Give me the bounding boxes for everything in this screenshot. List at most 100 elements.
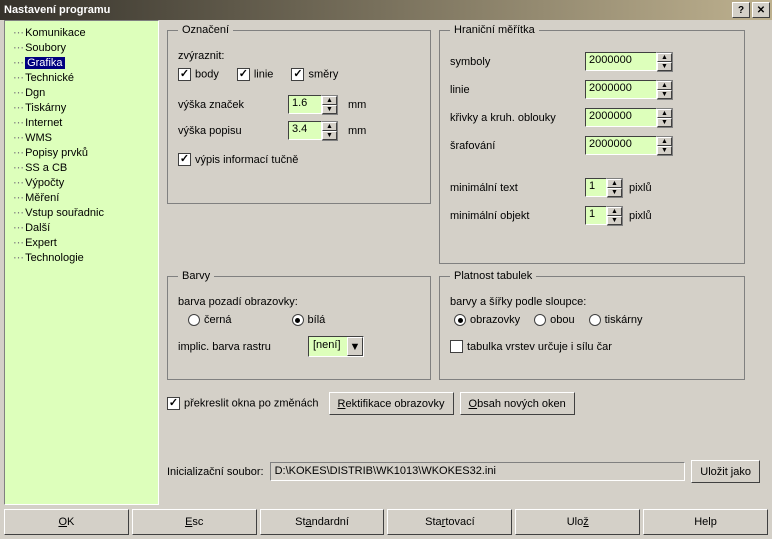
- spin-down-icon[interactable]: ▼: [657, 118, 672, 127]
- spin-down-icon[interactable]: ▼: [322, 131, 337, 140]
- spinner-vyska-znacek[interactable]: 1.6 ▲▼: [288, 95, 338, 115]
- sidebar-item-dalsi[interactable]: Další: [5, 220, 158, 235]
- help-titlebar-button[interactable]: ?: [732, 2, 750, 18]
- sidebar-item-komunikace[interactable]: Komunikace: [5, 25, 158, 40]
- label-symboly: symboly: [450, 56, 585, 68]
- label-smery: směry: [308, 68, 338, 80]
- label-implic-rastr: implic. barva rastru: [178, 341, 308, 353]
- spin-up-icon[interactable]: ▲: [322, 96, 337, 105]
- spinner-symboly[interactable]: 2000000 ▲▼: [585, 52, 673, 72]
- standardni-button[interactable]: Standardní: [260, 509, 385, 535]
- sidebar-item-technicke[interactable]: Technické: [5, 70, 158, 85]
- label-init-soubor: Inicializační soubor:: [167, 466, 264, 478]
- rektifikace-button[interactable]: Rektifikace obrazovky: [329, 392, 454, 415]
- sidebar-item-mereni[interactable]: Měření: [5, 190, 158, 205]
- radio-bila[interactable]: [292, 314, 304, 326]
- spin-down-icon[interactable]: ▼: [607, 188, 622, 197]
- help-button[interactable]: Help: [643, 509, 768, 535]
- input-vyska-popisu[interactable]: 3.4: [288, 121, 322, 140]
- spin-down-icon[interactable]: ▼: [657, 90, 672, 99]
- group-barvy: Barvy barva pozadí obrazovky: černá bílá…: [167, 270, 431, 380]
- window-title: Nastavení programu: [4, 4, 730, 16]
- spinner-srafovani[interactable]: 2000000 ▲▼: [585, 136, 673, 156]
- sidebar-item-wms[interactable]: WMS: [5, 130, 158, 145]
- sidebar-item-popisy[interactable]: Popisy prvků: [5, 145, 158, 160]
- label-meritka-linie: linie: [450, 84, 585, 96]
- label-min-objekt: minimální objekt: [450, 210, 585, 222]
- spin-down-icon[interactable]: ▼: [607, 216, 622, 225]
- label-vyska-znacek: výška značek: [178, 99, 288, 111]
- input-vyska-znacek[interactable]: 1.6: [288, 95, 322, 114]
- radio-cerna[interactable]: [188, 314, 200, 326]
- input-linie[interactable]: 2000000: [585, 80, 657, 99]
- close-button[interactable]: ✕: [752, 2, 770, 18]
- sidebar-item-grafika[interactable]: Grafika: [5, 55, 158, 70]
- spinner-linie[interactable]: 2000000 ▲▼: [585, 80, 673, 100]
- startovaci-button[interactable]: Startovací: [387, 509, 512, 535]
- save-as-button[interactable]: Uložit jako: [691, 460, 760, 483]
- input-min-text[interactable]: 1: [585, 178, 607, 197]
- combo-implic-rastr[interactable]: [není] ▼: [308, 336, 364, 357]
- label-body: body: [195, 68, 219, 80]
- group-meritka: Hraniční měřítka symboly 2000000 ▲▼ lini…: [439, 24, 745, 264]
- radio-tiskarny[interactable]: [589, 314, 601, 326]
- spinner-vyska-popisu[interactable]: 3.4 ▲▼: [288, 121, 338, 141]
- spin-up-icon[interactable]: ▲: [607, 179, 622, 188]
- chk-prekreslit[interactable]: [167, 397, 180, 410]
- spin-up-icon[interactable]: ▲: [322, 122, 337, 131]
- input-krivky[interactable]: 2000000: [585, 108, 657, 127]
- radio-obou[interactable]: [534, 314, 546, 326]
- label-podle-sloupce: barvy a šířky podle sloupce:: [450, 296, 586, 308]
- spin-up-icon[interactable]: ▲: [657, 81, 672, 90]
- label-vyska-popisu: výška popisu: [178, 125, 288, 137]
- label-bila: bílá: [308, 314, 326, 326]
- group-platnost: Platnost tabulek barvy a šířky podle slo…: [439, 270, 745, 380]
- input-srafovani[interactable]: 2000000: [585, 136, 657, 155]
- legend-meritka: Hraniční měřítka: [450, 24, 539, 36]
- obsah-button[interactable]: Obsah nových oken: [460, 392, 575, 415]
- input-symboly[interactable]: 2000000: [585, 52, 657, 71]
- ok-button[interactable]: OK: [4, 509, 129, 535]
- spin-up-icon[interactable]: ▲: [657, 137, 672, 146]
- esc-button[interactable]: Esc: [132, 509, 257, 535]
- sidebar-item-internet[interactable]: Internet: [5, 115, 158, 130]
- label-vypis-tucne: výpis informací tučně: [195, 154, 298, 166]
- sidebar-item-vstup[interactable]: Vstup souřadnic: [5, 205, 158, 220]
- label-zvyraznit: zvýraznit:: [178, 50, 224, 62]
- radio-obrazovky[interactable]: [454, 314, 466, 326]
- spin-up-icon[interactable]: ▲: [607, 207, 622, 216]
- sidebar-item-sscb[interactable]: SS a CB: [5, 160, 158, 175]
- sidebar-item-vypocty[interactable]: Výpočty: [5, 175, 158, 190]
- sidebar-item-expert[interactable]: Expert: [5, 235, 158, 250]
- chk-linie[interactable]: [237, 68, 250, 81]
- label-min-text: minimální text: [450, 182, 585, 194]
- spinner-min-text[interactable]: 1 ▲▼: [585, 178, 623, 198]
- chevron-down-icon[interactable]: ▼: [347, 337, 363, 356]
- unit-pixlu: pixlů: [629, 210, 652, 222]
- label-prekreslit: překreslit okna po změnách: [184, 397, 319, 409]
- spin-down-icon[interactable]: ▼: [322, 105, 337, 114]
- chk-smery[interactable]: [291, 68, 304, 81]
- spin-down-icon[interactable]: ▼: [657, 146, 672, 155]
- combo-value: [není]: [309, 337, 347, 356]
- spin-down-icon[interactable]: ▼: [657, 62, 672, 71]
- chk-vrstev-sila[interactable]: [450, 340, 463, 353]
- spinner-min-objekt[interactable]: 1 ▲▼: [585, 206, 623, 226]
- spin-up-icon[interactable]: ▲: [657, 53, 672, 62]
- input-min-objekt[interactable]: 1: [585, 206, 607, 225]
- sidebar-item-soubory[interactable]: Soubory: [5, 40, 158, 55]
- sidebar-item-tiskarny[interactable]: Tiskárny: [5, 100, 158, 115]
- uloz-button[interactable]: Ulož: [515, 509, 640, 535]
- label-pozadi: barva pozadí obrazovky:: [178, 296, 298, 308]
- chk-vypis-tucne[interactable]: [178, 153, 191, 166]
- label-obou: obou: [550, 314, 574, 326]
- sidebar-item-dgn[interactable]: Dgn: [5, 85, 158, 100]
- spinner-krivky[interactable]: 2000000 ▲▼: [585, 108, 673, 128]
- label-linie: linie: [254, 68, 274, 80]
- spin-up-icon[interactable]: ▲: [657, 109, 672, 118]
- chk-body[interactable]: [178, 68, 191, 81]
- label-tiskarny: tiskárny: [605, 314, 643, 326]
- sidebar-item-technologie[interactable]: Technologie: [5, 250, 158, 265]
- sidebar: Komunikace Soubory Grafika Technické Dgn…: [4, 20, 159, 505]
- group-oznaceni: Označení zvýraznit: body linie směry výš…: [167, 24, 431, 204]
